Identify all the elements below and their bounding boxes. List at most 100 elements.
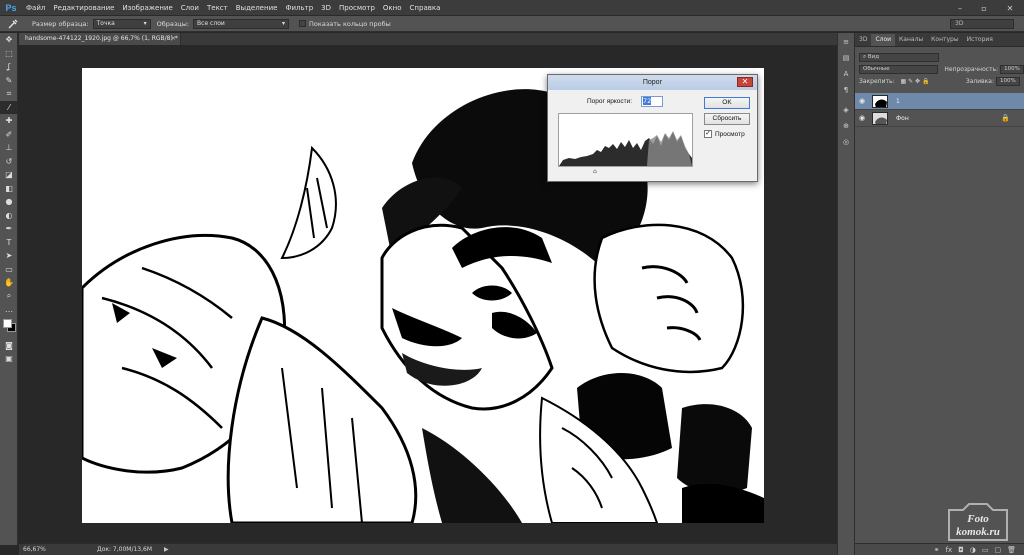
- menu-layers[interactable]: Слои: [177, 0, 203, 16]
- watermark-line2: komok.ru: [956, 526, 1000, 538]
- properties-panel-icon[interactable]: ▤: [838, 51, 854, 65]
- lasso-tool-icon[interactable]: ʆ: [0, 60, 18, 74]
- menu-3d[interactable]: 3D: [317, 0, 335, 16]
- photoshop-logo: Ps: [5, 2, 17, 13]
- styles-panel-icon[interactable]: ⊕: [838, 119, 854, 133]
- foreground-color-swatch[interactable]: [3, 318, 12, 328]
- history-brush-tool-icon[interactable]: ↺: [0, 155, 18, 169]
- ok-button[interactable]: OK: [704, 97, 750, 109]
- new-layer-icon[interactable]: ▢: [994, 546, 1001, 554]
- fx-icon[interactable]: fx: [946, 546, 953, 554]
- history-panel-icon[interactable]: ≡: [838, 35, 854, 49]
- color-swatches[interactable]: [0, 317, 17, 339]
- quick-mask-icon[interactable]: ◙: [0, 339, 18, 353]
- threshold-dialog: Порог ✕ Порог яркости: 72 ⌂ OK Сбросить …: [547, 74, 758, 182]
- folder-icon[interactable]: ▭: [982, 546, 989, 554]
- tab-paths[interactable]: Контуры: [927, 34, 962, 46]
- marquee-tool-icon[interactable]: ⬚: [0, 47, 18, 61]
- eyedropper-tool-preset-icon[interactable]: [0, 16, 26, 32]
- menu-select[interactable]: Выделение: [232, 0, 282, 16]
- threshold-level-input[interactable]: 72: [641, 96, 663, 107]
- close-icon[interactable]: ✕: [737, 77, 753, 87]
- dodge-tool-icon[interactable]: ◐: [0, 209, 18, 223]
- histogram[interactable]: [558, 113, 693, 167]
- paragraph-panel-icon[interactable]: ¶: [838, 83, 854, 97]
- menu-help[interactable]: Справка: [406, 0, 445, 16]
- opacity-input[interactable]: 100%: [1000, 64, 1024, 74]
- preview-checkbox[interactable]: ✓: [704, 130, 712, 138]
- move-tool-icon[interactable]: ✥: [0, 33, 18, 47]
- show-ring-label: Показать кольцо пробы: [309, 19, 391, 28]
- minimize-icon[interactable]: –: [948, 0, 972, 16]
- tab-layers[interactable]: Слои: [871, 34, 896, 46]
- clone-stamp-tool-icon[interactable]: ⊥: [0, 141, 18, 155]
- menu-window[interactable]: Окно: [379, 0, 406, 16]
- threshold-slider-marker-icon[interactable]: ⌂: [593, 168, 597, 175]
- menu-filter[interactable]: Фильтр: [281, 0, 317, 16]
- fill-label: Заливка:: [965, 77, 994, 85]
- blur-tool-icon[interactable]: ●: [0, 195, 18, 209]
- screen-mode-icon[interactable]: ▣: [0, 352, 18, 366]
- healing-brush-tool-icon[interactable]: ✚: [0, 114, 18, 128]
- layer-kind-filter[interactable]: ⌕ Вид: [859, 52, 939, 62]
- lock-icon: 🔒: [1001, 114, 1010, 122]
- quick-select-tool-icon[interactable]: ✎: [0, 74, 18, 88]
- status-bar: 66,67% Док: 7,00M/13,6M ▶: [19, 543, 837, 555]
- menu-image[interactable]: Изображение: [118, 0, 176, 16]
- menu-file[interactable]: Файл: [22, 0, 49, 16]
- eye-icon[interactable]: ◉: [855, 114, 869, 122]
- lock-icons[interactable]: ▦ ✎ ✥ 🔒: [901, 78, 930, 85]
- workspace-select[interactable]: 3D: [950, 19, 1014, 29]
- mask-icon[interactable]: ◘: [958, 546, 964, 554]
- pen-tool-icon[interactable]: ✒: [0, 222, 18, 236]
- sample-size-select[interactable]: Точка ▾: [92, 18, 151, 29]
- hand-tool-icon[interactable]: ✋: [0, 276, 18, 290]
- tab-channels[interactable]: Каналы: [895, 34, 927, 46]
- zoom-tool-icon[interactable]: ⌕: [0, 290, 18, 304]
- layers-panel-toolbar: ⚭ fx ◘ ◑ ▭ ▢ 🗑: [855, 543, 1024, 555]
- menu-edit[interactable]: Редактирование: [49, 0, 118, 16]
- layer-thumbnail: [872, 111, 888, 125]
- menu-type[interactable]: Текст: [203, 0, 232, 16]
- layer-filter-row: ⌕ Вид: [855, 51, 1024, 63]
- reset-button[interactable]: Сбросить: [704, 113, 750, 125]
- panel-icon-strip: ≡ ▤ A ¶ ◈ ⊕ ◎: [837, 33, 855, 555]
- layer-row[interactable]: ◉ Фон 🔒: [855, 110, 1024, 127]
- trash-icon[interactable]: 🗑: [1007, 546, 1016, 554]
- document-tab[interactable]: handsome-474122_1920.jpg @ 66,7% (1, RGB…: [19, 33, 181, 45]
- gradient-tool-icon[interactable]: ◧: [0, 182, 18, 196]
- brush-tool-icon[interactable]: ✐: [0, 128, 18, 142]
- tab-history[interactable]: История: [963, 34, 997, 46]
- document-tab-title: handsome-474122_1920.jpg @ 66,7% (1, RGB…: [25, 35, 178, 42]
- close-window-icon[interactable]: ✕: [996, 0, 1024, 16]
- more-tools-icon[interactable]: …: [0, 303, 18, 317]
- adjustment-layer-icon[interactable]: ◑: [970, 546, 976, 554]
- camera-watermark-icon: Foto komok.ru: [948, 503, 1008, 541]
- maximize-icon[interactable]: ▫: [972, 0, 996, 16]
- tools-panel: ✥ ⬚ ʆ ✎ ⌗ ⁄ ✚ ✐ ⊥ ↺ ◪ ◧ ● ◐ ✒ T ➤ ▭ ✋ ⌕ …: [0, 33, 18, 545]
- lock-row: Закрепить: ▦ ✎ ✥ 🔒 Заливка: 100%: [855, 75, 1024, 87]
- preview-option[interactable]: ✓ Просмотр: [704, 130, 745, 138]
- link-icon[interactable]: ⚭: [934, 546, 940, 554]
- layer-kind-label: Вид: [867, 53, 879, 60]
- eraser-tool-icon[interactable]: ◪: [0, 168, 18, 182]
- shape-tool-icon[interactable]: ▭: [0, 263, 18, 277]
- crop-tool-icon[interactable]: ⌗: [0, 87, 18, 101]
- zoom-level[interactable]: 66,67%: [19, 546, 47, 553]
- adjustments-panel-icon[interactable]: ◈: [838, 103, 854, 117]
- eyedropper-tool-icon[interactable]: ⁄: [0, 100, 18, 114]
- type-tool-icon[interactable]: T: [0, 236, 18, 250]
- eye-icon[interactable]: ◉: [855, 97, 869, 105]
- swatches-panel-icon[interactable]: ◎: [838, 135, 854, 149]
- path-select-tool-icon[interactable]: ➤: [0, 249, 18, 263]
- blend-mode-select[interactable]: Обычные: [859, 64, 939, 74]
- layer-row[interactable]: ◉ 1: [855, 93, 1024, 110]
- fill-input[interactable]: 100%: [996, 76, 1020, 86]
- status-menu-arrow-icon[interactable]: ▶: [164, 546, 169, 553]
- show-ring-checkbox[interactable]: [299, 20, 307, 27]
- samples-select[interactable]: Все слои ▾: [193, 18, 290, 29]
- tab-3d[interactable]: 3D: [855, 34, 871, 46]
- close-tab-icon[interactable]: ×: [171, 33, 176, 45]
- character-panel-icon[interactable]: A: [838, 67, 854, 81]
- menu-view[interactable]: Просмотр: [335, 0, 379, 16]
